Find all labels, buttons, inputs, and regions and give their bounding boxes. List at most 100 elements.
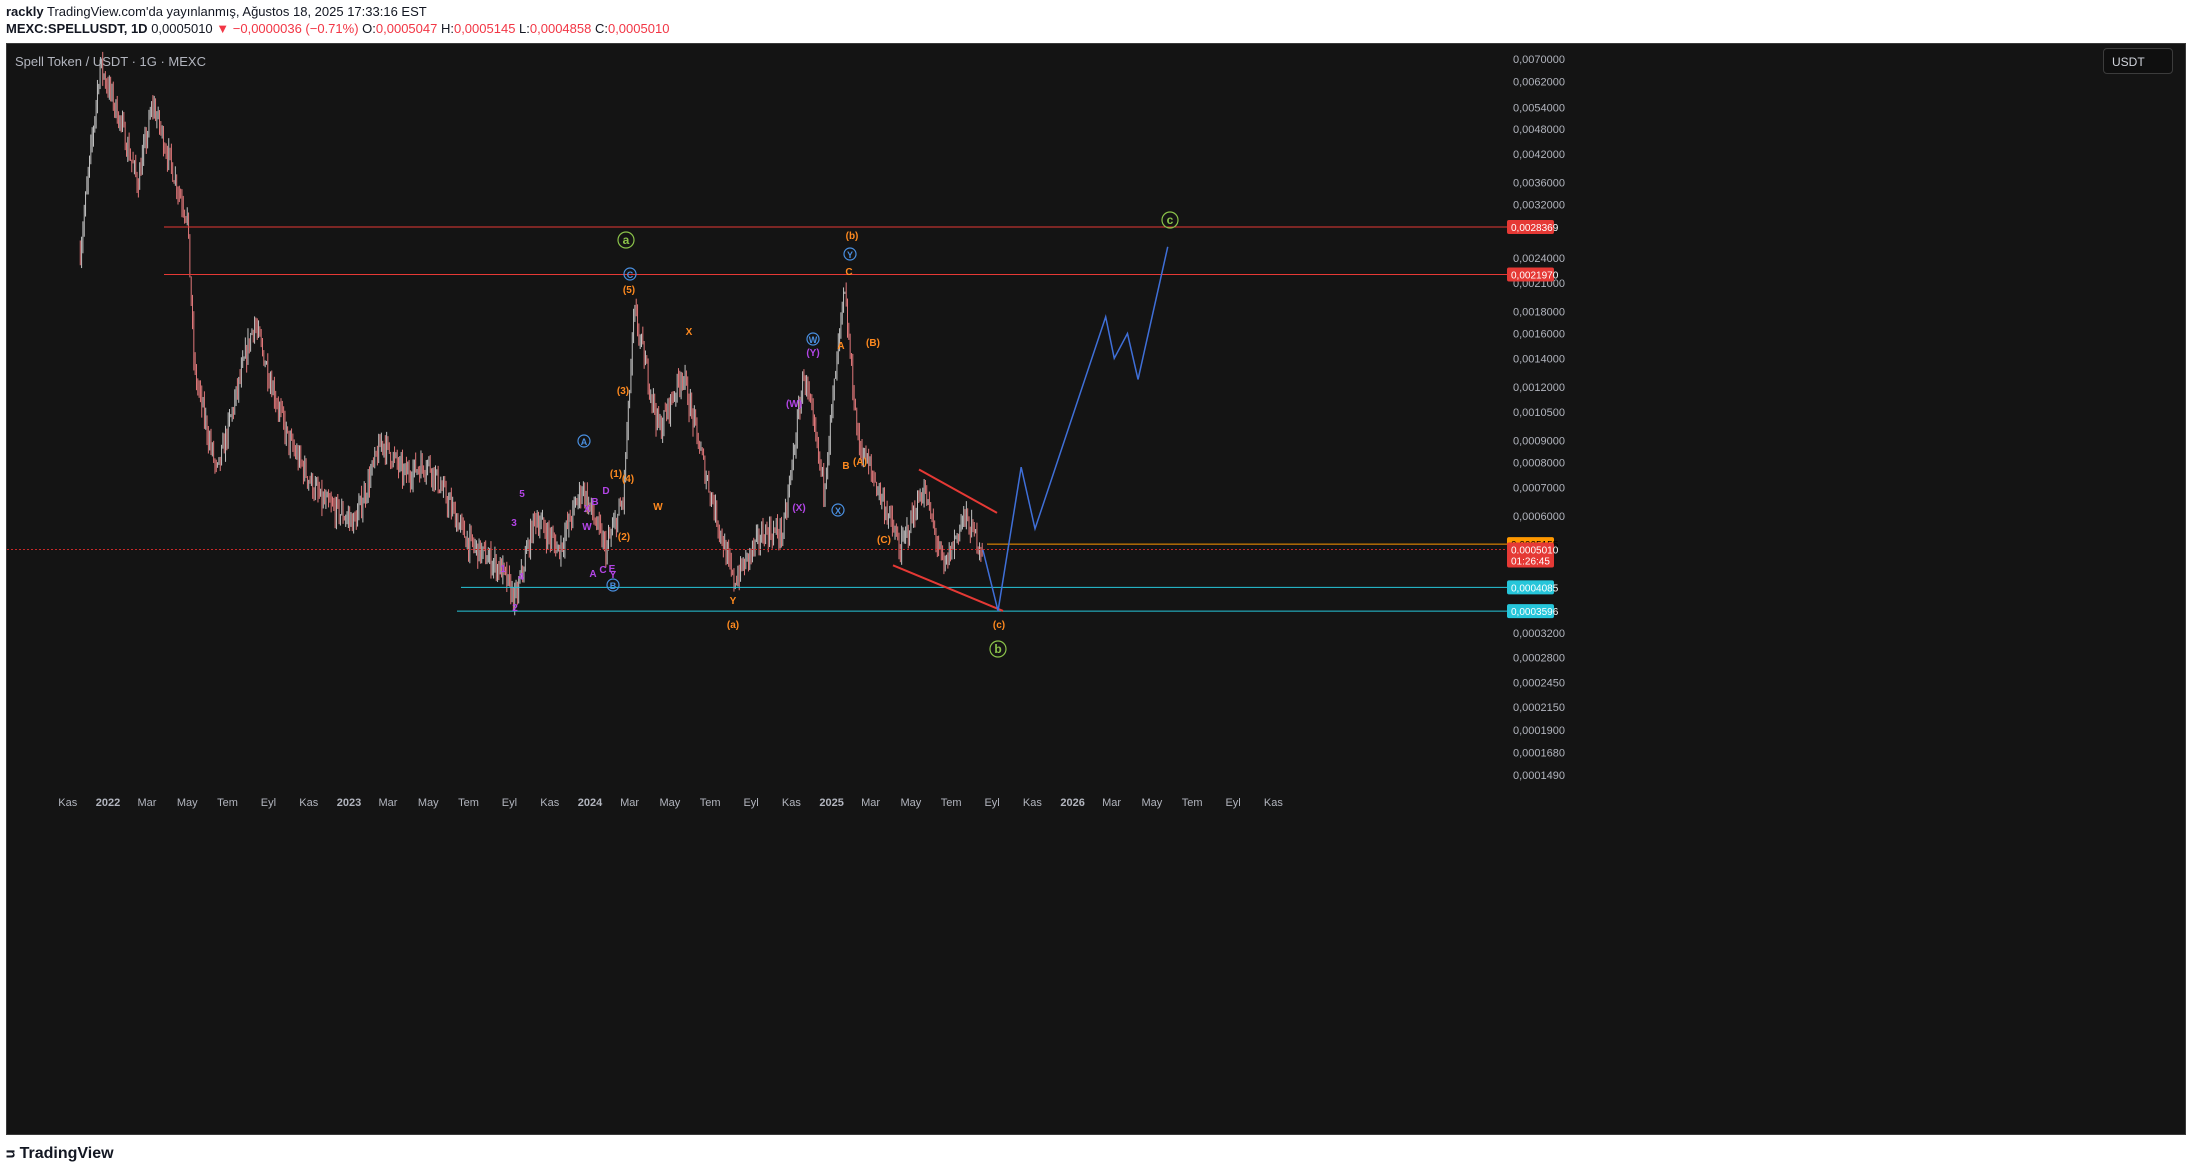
y-tick-label: 0,0018000: [1513, 307, 1565, 319]
x-tick-label: Eyl: [261, 797, 276, 809]
publish-info: TradingView.com'da yayınlanmış, Ağustos …: [46, 4, 427, 19]
high-value: 0,0005145: [453, 21, 516, 36]
wave-label: (2): [618, 532, 630, 543]
tv-logo-text: TradingView: [19, 1145, 114, 1162]
y-tick-label: 0,0007000: [1513, 482, 1565, 494]
x-tick-label: Kas: [782, 797, 801, 809]
y-tick-label: 0,0002150: [1513, 702, 1565, 714]
x-tick-label: Kas: [1264, 797, 1283, 809]
y-tick-label: 0,0006000: [1513, 511, 1565, 523]
author[interactable]: rackly: [6, 4, 44, 19]
wave-label: b: [994, 642, 1001, 656]
x-tick-label: 2026: [1060, 797, 1084, 809]
wave-label: W: [653, 502, 663, 513]
footer: ᴝ TradingView: [0, 1135, 2192, 1173]
x-tick-label: May: [901, 797, 922, 809]
y-tick-label: 0,0010500: [1513, 407, 1565, 419]
x-tick-label: Eyl: [984, 797, 999, 809]
wave-label: C: [627, 270, 634, 280]
wave-label: (4): [622, 474, 634, 485]
wave-label: (3): [617, 386, 629, 397]
wave-label: (A): [853, 457, 867, 468]
open-value: 0,0005047: [375, 21, 438, 36]
x-tick-label: Mar: [378, 797, 397, 809]
close-value: 0,0005010: [607, 21, 670, 36]
wave-label: (Y): [806, 348, 819, 359]
y-tick-label: 0,0062000: [1513, 77, 1565, 89]
y-tick-label: 0,0003200: [1513, 628, 1565, 640]
wave-label: (a): [727, 620, 739, 631]
x-tick-label: Mar: [1102, 797, 1121, 809]
x-tick-label: 2023: [337, 797, 361, 809]
tradingview-logo[interactable]: ᴝ TradingView: [6, 1145, 114, 1163]
wave-label: B: [591, 497, 598, 508]
wave-label: W: [582, 522, 592, 533]
wave-label: B: [842, 461, 849, 472]
y-tick-label: 0,0032000: [1513, 200, 1565, 212]
chart-pane[interactable]: 0,0070000 0,0062000 0,0054000 0,0048000 0,00…: [6, 43, 2186, 1135]
y-tick-label: 0,0024000: [1513, 253, 1565, 265]
wave-label: 4: [518, 572, 524, 583]
last-price: 0,0005010: [151, 21, 213, 36]
wave-label: X: [584, 504, 591, 515]
x-tick-label: Tem: [1182, 797, 1203, 809]
price-badge-text: 0,0003596: [1511, 607, 1559, 618]
wave-label: (W): [786, 399, 802, 410]
high-label: H:: [440, 21, 454, 36]
wave-label: c: [1167, 213, 1174, 227]
price-chart[interactable]: 0,0070000 0,0062000 0,0054000 0,0048000 0,00…: [7, 44, 2185, 1134]
wedge-lower-line: [892, 564, 1004, 612]
x-tick-label: 2025: [819, 797, 843, 809]
wave-label: (C): [877, 535, 891, 546]
y-tick-label: 0,0002450: [1513, 678, 1565, 690]
wave-label: A: [837, 341, 844, 352]
wave-label: (X): [792, 503, 805, 514]
wave-label: Y: [730, 596, 737, 607]
x-tick-label: Tem: [941, 797, 962, 809]
x-tick-label: 2022: [96, 797, 120, 809]
x-tick-label: 2024: [578, 797, 603, 809]
y-tick-label: 0,0014000: [1513, 353, 1565, 365]
currency-button[interactable]: USDT: [2103, 48, 2173, 74]
wave-label: (c): [993, 620, 1005, 631]
ohlc-line: MEXC:SPELLUSDT, 1D 0,0005010 ▼ −0,000003…: [6, 21, 669, 36]
x-tick-label: Kas: [540, 797, 559, 809]
price-badge-text: 0,0028369: [1511, 223, 1559, 234]
x-tick-label: Tem: [458, 797, 479, 809]
price-badge-text: 0,0004085: [1511, 583, 1559, 594]
x-tick-label: Eyl: [1225, 797, 1240, 809]
y-tick-label: 0,0042000: [1513, 149, 1565, 161]
chart-title: Spell Token / USDT · 1G · MEXC: [15, 54, 206, 69]
x-tick-label: Mar: [861, 797, 880, 809]
wave-label: C: [845, 267, 852, 278]
wave-label: (B): [866, 338, 880, 349]
wave-label: B: [610, 581, 617, 591]
x-tick-label: May: [660, 797, 681, 809]
wave-label: 2: [512, 603, 518, 614]
price-badge-text: 01:26:45: [1511, 556, 1550, 567]
y-tick-label: 0,0001680: [1513, 748, 1565, 760]
price-change: ▼ −0,0000036 (−0.71%): [216, 21, 359, 36]
projection-path: [982, 246, 1169, 612]
low-label: L:: [519, 21, 530, 36]
wave-label: 1: [500, 564, 506, 575]
x-tick-label: Kas: [299, 797, 318, 809]
open-label: O:: [362, 21, 376, 36]
y-tick-label: 0,0012000: [1513, 382, 1565, 394]
wave-label: 5: [519, 489, 525, 500]
y-tick-label: 0,0009000: [1513, 436, 1565, 448]
symbol: MEXC:SPELLUSDT, 1D: [6, 21, 148, 36]
y-tick-label: 0,0048000: [1513, 124, 1565, 136]
publication-header: rackly TradingView.com'da yayınlanmış, A…: [0, 0, 2192, 42]
wave-label: D: [602, 486, 609, 497]
publication-line: rackly TradingView.com'da yayınlanmış, A…: [6, 4, 427, 19]
x-tick-label: Kas: [1023, 797, 1042, 809]
y-tick-label: 0,0002800: [1513, 653, 1565, 665]
price-badge-text: 0,0021970: [1511, 271, 1559, 282]
x-tick-label: Mar: [137, 797, 156, 809]
tv-logo-icon: ᴝ: [6, 1145, 16, 1162]
wave-label: W: [809, 335, 818, 345]
wave-label: A: [589, 569, 596, 580]
wave-label: Y: [610, 570, 617, 581]
x-tick-label: May: [177, 797, 198, 809]
